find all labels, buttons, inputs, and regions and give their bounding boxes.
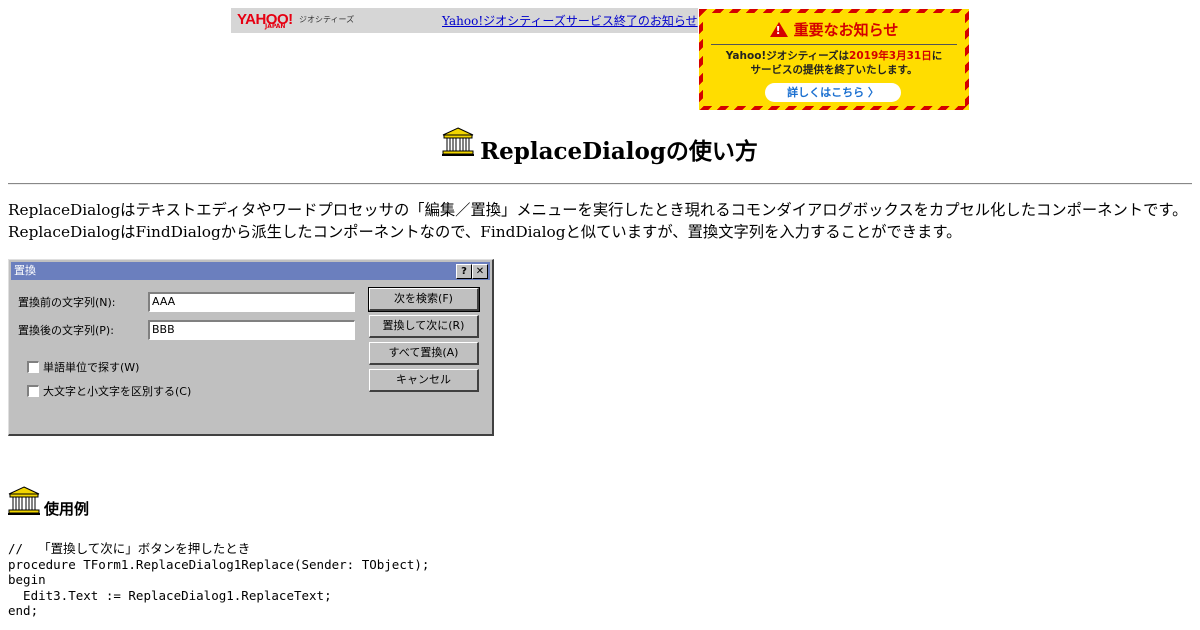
replace-input[interactable]: BBB [148,320,355,340]
dialog-title: 置換 [14,264,36,277]
service-end-link[interactable]: Yahoo!ジオシティーズサービス終了のお知らせ [442,12,698,29]
whole-word-checkbox[interactable] [27,361,39,373]
warning-icon [769,22,788,37]
horizontal-rule [8,183,1192,185]
close-button[interactable]: ✕ [472,264,488,279]
notice-line1-b: に [931,50,943,62]
dialog-titlebar: 置換 ? ✕ [11,262,490,280]
cancel-button[interactable]: キャンセル [369,369,479,392]
notice-date: 2019年3月31日 [849,50,932,62]
notice-text: Yahoo!ジオシティーズは2019年3月31日に サービスの提供を終了いたしま… [703,49,965,77]
yahoo-geocities-bar: YAHOO! JAPAN ジオシティーズ Yahoo!ジオシティーズサービス終了… [231,8,698,33]
notice-body: 重要なお知らせ Yahoo!ジオシティーズは2019年3月31日に サービスの提… [703,13,965,106]
section-heading: 使用例 [8,486,89,525]
find-label: 置換前の文字列(N): [18,296,116,309]
notice-details-button[interactable]: 詳しくはこちら 〉 [765,83,901,102]
replace-all-button[interactable]: すべて置換(A) [369,342,479,365]
replace-button[interactable]: 置換して次に(R) [369,315,479,338]
temple-icon [8,486,40,516]
intro-paragraph: ReplaceDialogはテキストエディタやワードプロセッサの「編集／置換」メ… [8,201,1188,241]
temple-icon [442,127,475,157]
match-case-checkbox[interactable] [27,385,39,397]
replace-label: 置換後の文字列(P): [18,324,114,337]
page-title: ReplaceDialogの使い方 [0,127,1200,169]
find-input[interactable]: AAA [148,292,355,312]
notice-line1-a: Yahoo!ジオシティーズは [725,50,850,62]
section-heading-text: 使用例 [44,500,90,518]
find-next-button[interactable]: 次を検索(F) [368,287,480,312]
help-button[interactable]: ? [456,264,472,279]
notice-title: 重要なお知らせ [703,19,965,40]
yahoo-logo-sub: JAPAN [265,23,286,30]
page-title-text: ReplaceDialogの使い方 [480,138,758,165]
whole-word-label: 単語単位で探す(W) [43,361,140,374]
notice-divider [711,44,957,45]
match-case-label: 大文字と小文字を区別する(C) [43,385,192,398]
code-sample: // 「置換して次に」ボタンを押したとき procedure TForm1.Re… [8,541,430,618]
geocities-service-name: ジオシティーズ [299,15,355,24]
notice-line2: サービスの提供を終了いたします。 [750,64,918,76]
notice-title-text: 重要なお知らせ [793,21,899,39]
replace-dialog: 置換 ? ✕ 置換前の文字列(N): AAA 置換後の文字列(P): BBB 単… [8,259,494,436]
important-notice-banner[interactable]: 重要なお知らせ Yahoo!ジオシティーズは2019年3月31日に サービスの提… [699,9,969,110]
